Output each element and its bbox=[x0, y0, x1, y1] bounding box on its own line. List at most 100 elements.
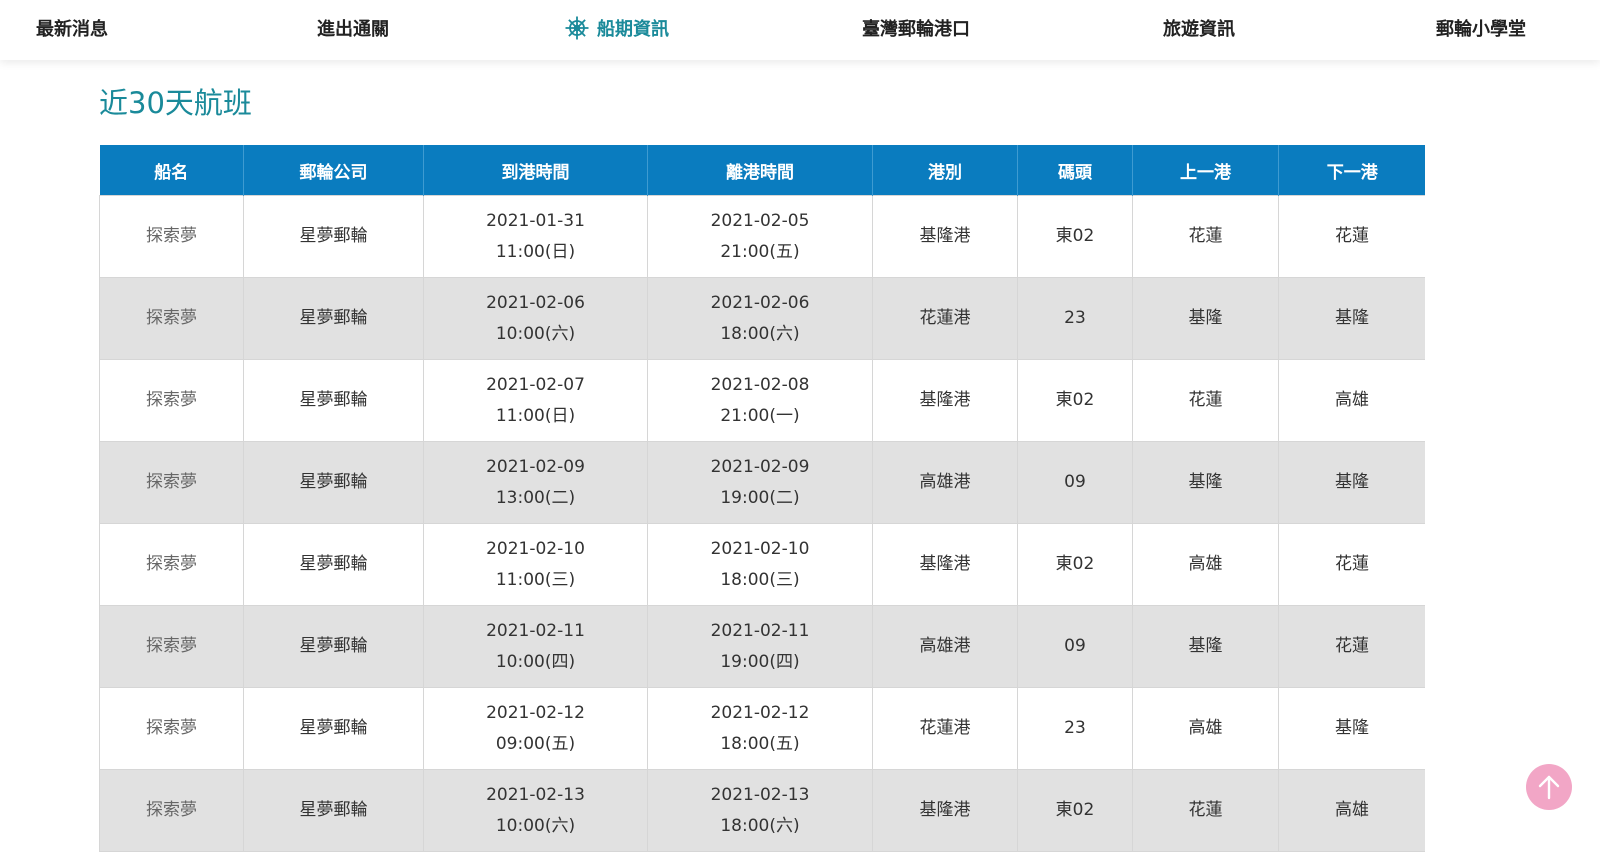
cell-pier-text: 東02 bbox=[1055, 390, 1095, 410]
cell-previous-port: 基隆 bbox=[1132, 605, 1279, 688]
top-navigation: 最新消息 進出通關 船期資訊 臺灣郵輪港口 旅遊資訊 郵輪小學堂 bbox=[0, 0, 1600, 60]
cell-departure-time-text: 21:00(五) bbox=[720, 241, 800, 262]
cell-port: 基隆港 bbox=[872, 523, 1018, 606]
column-header-departure-time: 離港時間 bbox=[647, 145, 873, 196]
nav-item-label: 船期資訊 bbox=[597, 19, 669, 40]
cell-cruise-company-text: 星夢郵輪 bbox=[299, 308, 368, 328]
cell-cruise-company-text: 星夢郵輪 bbox=[299, 554, 368, 574]
cell-departure-time-text: 19:00(二) bbox=[720, 487, 800, 508]
cell-next-port-text: 基隆 bbox=[1335, 472, 1369, 492]
column-header-previous-port: 上一港 bbox=[1132, 145, 1279, 196]
nav-item-cruise-school[interactable]: 郵輪小學堂 bbox=[1436, 0, 1526, 60]
nav-item-latest-news[interactable]: 最新消息 bbox=[36, 0, 108, 60]
table-row: 探索夢 星夢郵輪 2021-02-09 13:00(二) 2021-02-09 19:00… bbox=[99, 441, 1425, 524]
ship-wheel-icon bbox=[565, 16, 589, 40]
cell-departure-time-text: 19:00(四) bbox=[720, 651, 800, 672]
cell-ship-name-text: 探索夢 bbox=[146, 472, 197, 492]
table-row: 探索夢 星夢郵輪 2021-02-13 10:00(六) 2021-02-13 18:00… bbox=[99, 769, 1425, 852]
cell-arrival-time-text: 11:00(三) bbox=[495, 569, 576, 590]
cell-pier: 東02 bbox=[1017, 523, 1133, 606]
nav-item-label: 臺灣郵輪港口 bbox=[862, 19, 970, 40]
table-row: 探索夢 星夢郵輪 2021-02-07 11:00(日) 2021-02-08 21:00… bbox=[99, 359, 1425, 442]
cell-pier-text: 23 bbox=[1064, 718, 1086, 738]
table-row: 探索夢 星夢郵輪 2021-02-12 09:00(五) 2021-02-12 18:00… bbox=[99, 687, 1425, 770]
cell-arrival-time-text: 09:00(五) bbox=[495, 733, 576, 754]
cell-next-port: 基隆 bbox=[1278, 441, 1425, 524]
cell-pier: 東02 bbox=[1017, 769, 1133, 852]
cell-pier-text: 09 bbox=[1064, 636, 1086, 656]
cell-port-text: 高雄港 bbox=[919, 636, 971, 656]
cell-arrival-time-text: 2021-01-31 bbox=[486, 210, 585, 231]
cell-next-port-text: 基隆 bbox=[1335, 308, 1369, 328]
table-row: 探索夢 星夢郵輪 2021-01-31 11:00(日) 2021-02-05 21:00… bbox=[99, 195, 1425, 278]
cell-port-text: 基隆港 bbox=[919, 390, 971, 410]
cell-ship-name: 探索夢 bbox=[99, 687, 244, 770]
cell-previous-port-text: 基隆 bbox=[1188, 308, 1223, 328]
nav-item-label: 最新消息 bbox=[36, 19, 108, 40]
cell-next-port: 高雄 bbox=[1278, 769, 1425, 852]
cell-port-text: 基隆港 bbox=[919, 226, 971, 246]
cell-next-port-text: 花蓮 bbox=[1335, 554, 1369, 574]
cell-pier: 東02 bbox=[1017, 359, 1133, 442]
cell-previous-port-text: 高雄 bbox=[1188, 718, 1223, 738]
table-row: 探索夢 星夢郵輪 2021-02-10 11:00(三) 2021-02-10 18:00… bbox=[99, 523, 1425, 606]
cell-arrival-time-text: 2021-02-13 bbox=[486, 784, 585, 805]
nav-item-taiwan-ports[interactable]: 臺灣郵輪港口 bbox=[862, 0, 970, 60]
cell-port-text: 基隆港 bbox=[919, 554, 971, 574]
cell-departure-time: 2021-02-06 18:00(六) bbox=[647, 277, 873, 360]
column-header-arrival-time: 到港時間 bbox=[423, 145, 648, 196]
cell-previous-port: 基隆 bbox=[1132, 441, 1279, 524]
nav-item-customs[interactable]: 進出通關 bbox=[317, 0, 389, 60]
schedule-table: 船名 郵輪公司 到港時間 離港時間 港別 碼頭 上一港 下一港 探索夢 星夢郵輪 2… bbox=[99, 145, 1425, 852]
nav-item-schedule[interactable]: 船期資訊 bbox=[564, 0, 669, 60]
nav-item-label: 郵輪小學堂 bbox=[1436, 19, 1526, 40]
cell-ship-name: 探索夢 bbox=[99, 523, 244, 606]
cell-departure-time: 2021-02-12 18:00(五) bbox=[647, 687, 873, 770]
cell-cruise-company-text: 星夢郵輪 bbox=[299, 390, 368, 410]
nav-item-travel-info[interactable]: 旅遊資訊 bbox=[1163, 0, 1235, 60]
cell-ship-name-text: 探索夢 bbox=[146, 554, 197, 574]
cell-ship-name: 探索夢 bbox=[99, 277, 244, 360]
cell-arrival-time: 2021-02-11 10:00(四) bbox=[423, 605, 648, 688]
cell-arrival-time-text: 10:00(六) bbox=[495, 815, 576, 836]
cell-departure-time: 2021-02-10 18:00(三) bbox=[647, 523, 873, 606]
scroll-to-top-button[interactable] bbox=[1526, 764, 1572, 810]
cell-departure-time-text: 21:00(一) bbox=[720, 405, 800, 426]
cell-previous-port-text: 基隆 bbox=[1188, 636, 1223, 656]
arrow-up-icon bbox=[1538, 775, 1560, 800]
cell-next-port: 基隆 bbox=[1278, 687, 1425, 770]
cell-departure-time-text: 2021-02-09 bbox=[710, 456, 810, 477]
cell-ship-name: 探索夢 bbox=[99, 769, 244, 852]
cell-next-port: 花蓮 bbox=[1278, 195, 1425, 278]
column-header-pier: 碼頭 bbox=[1017, 145, 1133, 196]
cell-ship-name-text: 探索夢 bbox=[146, 226, 197, 246]
cell-ship-name: 探索夢 bbox=[99, 195, 244, 278]
cell-departure-time-text: 2021-02-06 bbox=[710, 292, 810, 313]
cell-ship-name-text: 探索夢 bbox=[146, 636, 197, 656]
cell-previous-port-text: 花蓮 bbox=[1188, 390, 1223, 410]
cell-departure-time-text: 2021-02-13 bbox=[710, 784, 810, 805]
cell-departure-time: 2021-02-11 19:00(四) bbox=[647, 605, 873, 688]
cell-pier-text: 東02 bbox=[1055, 554, 1095, 574]
cell-cruise-company: 星夢郵輪 bbox=[243, 277, 424, 360]
cell-port-text: 花蓮港 bbox=[919, 308, 971, 328]
cell-previous-port: 花蓮 bbox=[1132, 359, 1279, 442]
cell-port-text: 基隆港 bbox=[919, 800, 971, 820]
cell-next-port-text: 花蓮 bbox=[1335, 226, 1369, 246]
cell-cruise-company: 星夢郵輪 bbox=[243, 605, 424, 688]
cell-pier-text: 09 bbox=[1064, 472, 1086, 492]
cell-next-port: 高雄 bbox=[1278, 359, 1425, 442]
cell-arrival-time-text: 2021-02-07 bbox=[486, 374, 585, 395]
cell-arrival-time-text: 13:00(二) bbox=[495, 487, 576, 508]
cell-previous-port: 高雄 bbox=[1132, 523, 1279, 606]
cell-departure-time-text: 2021-02-11 bbox=[710, 620, 810, 641]
cell-ship-name-text: 探索夢 bbox=[146, 390, 197, 410]
column-header-cruise-company: 郵輪公司 bbox=[243, 145, 424, 196]
cell-port: 花蓮港 bbox=[872, 687, 1018, 770]
cell-port: 基隆港 bbox=[872, 195, 1018, 278]
cell-departure-time-text: 18:00(六) bbox=[720, 323, 800, 344]
cell-port: 基隆港 bbox=[872, 359, 1018, 442]
cell-cruise-company-text: 星夢郵輪 bbox=[299, 718, 368, 738]
cell-cruise-company: 星夢郵輪 bbox=[243, 523, 424, 606]
cell-next-port: 基隆 bbox=[1278, 277, 1425, 360]
